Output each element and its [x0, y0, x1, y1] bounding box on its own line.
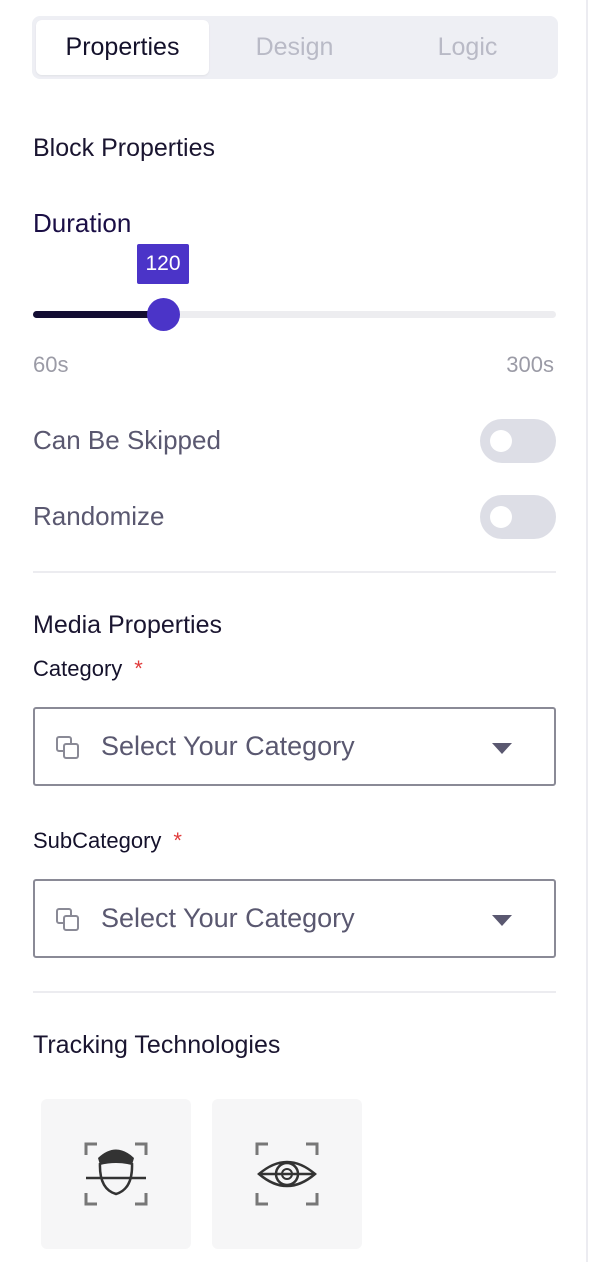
duration-slider-track[interactable]	[33, 311, 556, 318]
duration-max-label: 300s	[506, 352, 554, 377]
eye-tracking-icon	[255, 1142, 319, 1206]
toggle-knob	[490, 430, 512, 452]
toggle-knob	[490, 506, 512, 528]
tab-design[interactable]: Design	[208, 20, 381, 75]
required-mark: *	[134, 656, 143, 681]
subcategory-label: SubCategory *	[33, 828, 182, 853]
duration-slider-thumb[interactable]	[147, 298, 181, 331]
properties-panel: Properties Design Logic Block Properties…	[0, 0, 588, 1262]
eye-tracking-option[interactable]	[212, 1099, 362, 1249]
panel-border	[586, 0, 588, 1262]
category-label: Category *	[33, 656, 143, 681]
tab-bar: Properties Design Logic	[32, 16, 558, 79]
tab-properties[interactable]: Properties	[36, 20, 209, 75]
copy-icon	[56, 736, 79, 759]
face-tracking-option[interactable]	[41, 1099, 191, 1249]
randomize-label: Randomize	[33, 501, 165, 531]
media-properties-title: Media Properties	[33, 611, 222, 639]
divider	[33, 571, 556, 573]
category-select[interactable]: Select Your Category	[33, 707, 556, 786]
category-select-placeholder: Select Your Category	[101, 731, 355, 761]
can-be-skipped-label: Can Be Skipped	[33, 425, 221, 455]
tracking-technologies-title: Tracking Technologies	[33, 1031, 281, 1059]
copy-icon	[56, 908, 79, 931]
randomize-toggle[interactable]	[480, 495, 556, 539]
chevron-down-icon	[492, 915, 512, 926]
subcategory-select[interactable]: Select Your Category	[33, 879, 556, 958]
tab-logic[interactable]: Logic	[381, 20, 554, 75]
required-mark: *	[173, 828, 182, 853]
duration-slider-fill	[33, 311, 164, 318]
block-properties-title: Block Properties	[33, 134, 216, 162]
can-be-skipped-toggle[interactable]	[480, 419, 556, 463]
duration-value-bubble: 120	[137, 244, 189, 284]
divider	[33, 991, 556, 993]
duration-min-label: 60s	[33, 352, 69, 377]
face-tracking-icon	[84, 1142, 148, 1206]
duration-label: Duration	[33, 208, 132, 238]
chevron-down-icon	[492, 743, 512, 754]
subcategory-select-placeholder: Select Your Category	[101, 903, 355, 933]
